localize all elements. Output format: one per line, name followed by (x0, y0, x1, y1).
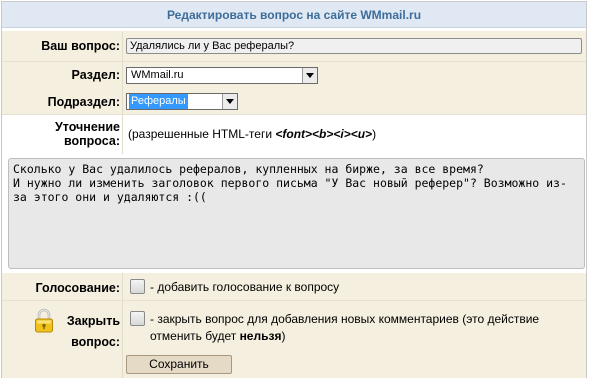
clarification-label: Уточнение вопроса: (2, 120, 120, 148)
section-select-value: WMmail.ru (131, 69, 184, 81)
clarification-textarea[interactable]: Сколько у Вас удалилось рефералов, купле… (8, 158, 585, 269)
divider (122, 31, 123, 61)
subsection-row: Подраздел: Рефералы (2, 88, 586, 114)
close-label-line2: вопрос: (71, 335, 120, 349)
subsection-select-value: Рефералы (129, 94, 188, 109)
hint-prefix: (разрешенные HTML-теги (128, 127, 276, 141)
close-text-suffix: ) (281, 329, 286, 343)
divider (122, 88, 123, 114)
voting-label: Голосование: (35, 281, 120, 295)
html-tags-hint: (разрешенные HTML-теги <font><b><i><u>) (128, 127, 376, 141)
lock-icon (35, 308, 53, 333)
clarification-label-line1: Уточнение (54, 120, 120, 134)
save-button[interactable]: Сохранить (126, 355, 232, 374)
close-row: Закрыть вопрос: - закрыть вопрос для доб… (2, 301, 586, 378)
close-label: Закрыть вопрос: (2, 311, 120, 353)
form-title: Редактировать вопрос на сайте WMmail.ru (2, 2, 586, 28)
chevron-down-icon[interactable] (302, 68, 317, 83)
divider (122, 273, 123, 300)
close-question-checkbox[interactable] (130, 311, 145, 326)
divider (122, 115, 123, 154)
close-checkbox-text-line1: - закрыть вопрос для добавления новых ко… (150, 312, 540, 326)
divider (122, 62, 123, 88)
divider (122, 301, 123, 378)
edit-question-form: Редактировать вопрос на сайте WMmail.ru … (1, 1, 587, 378)
clarification-row: Уточнение вопроса: (разрешенные HTML-тег… (2, 115, 586, 154)
clarification-label-line2: вопроса: (63, 134, 120, 148)
hint-tags: <font><b><i><u> (275, 127, 373, 141)
subsection-select[interactable]: Рефералы (126, 93, 238, 110)
question-input[interactable]: Удалялись ли у Вас рефералы? (126, 38, 582, 54)
section-select[interactable]: WMmail.ru (126, 67, 318, 84)
voting-row: Голосование: - добавить голосование к во… (2, 273, 586, 300)
close-checkbox-text: - закрыть вопрос для добавления новых ко… (150, 311, 539, 345)
close-checkbox-text-line2: отменить будет нельзя) (150, 328, 539, 345)
close-text-prefix: отменить будет (150, 329, 240, 343)
chevron-down-icon[interactable] (222, 94, 237, 109)
voting-checkbox-text: - добавить голосование к вопросу (150, 280, 340, 294)
close-label-line1: Закрыть (66, 314, 120, 328)
section-row: Раздел: WMmail.ru (2, 62, 586, 88)
question-label: Ваш вопрос: (41, 39, 120, 53)
voting-checkbox[interactable] (130, 279, 145, 294)
section-label: Раздел: (71, 68, 120, 82)
hint-suffix: ) (372, 127, 377, 141)
subsection-label: Подраздел: (47, 95, 120, 109)
question-row: Ваш вопрос: Удалялись ли у Вас рефералы? (2, 31, 586, 61)
close-text-bold: нельзя (239, 329, 282, 343)
